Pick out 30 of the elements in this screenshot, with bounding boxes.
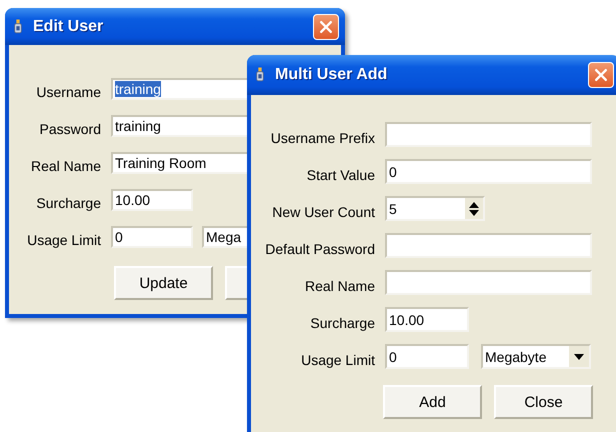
field-label: Username <box>35 83 101 100</box>
input-field[interactable]: 10.00 <box>111 189 193 211</box>
close-icon <box>593 67 609 83</box>
dialog-button[interactable]: Close <box>494 385 593 419</box>
close-icon <box>318 18 334 34</box>
close-button[interactable] <box>588 62 614 88</box>
input-field[interactable]: 0 <box>385 159 592 184</box>
window-title: Edit User <box>33 18 104 36</box>
app-icon <box>13 18 23 34</box>
dialog-button[interactable]: Add <box>383 385 482 419</box>
app-icon <box>255 67 265 83</box>
number-spinner[interactable]: 5 <box>385 196 485 221</box>
input-field[interactable] <box>385 122 592 147</box>
field-label: Password <box>38 120 101 137</box>
dropdown[interactable]: Megabyte <box>481 344 591 369</box>
input-field[interactable]: 10.00 <box>385 307 469 332</box>
field-label: Surcharge <box>309 314 375 330</box>
spinner-arrows-icon[interactable] <box>465 198 483 219</box>
field-label: Surcharge <box>35 194 101 211</box>
dialog-button[interactable]: Update <box>114 266 213 300</box>
input-field[interactable] <box>385 233 592 258</box>
input-field[interactable] <box>385 270 592 295</box>
field-label: Usage Limit <box>26 231 101 248</box>
input-field[interactable]: 0 <box>385 344 469 369</box>
field-label: Real Name <box>304 276 375 294</box>
close-button[interactable] <box>313 14 339 40</box>
field-label: Real Name <box>30 157 101 174</box>
field-label: New User Count <box>271 202 375 220</box>
input-field[interactable]: 0 <box>111 226 193 248</box>
field-label: Usage Limit <box>300 350 375 368</box>
